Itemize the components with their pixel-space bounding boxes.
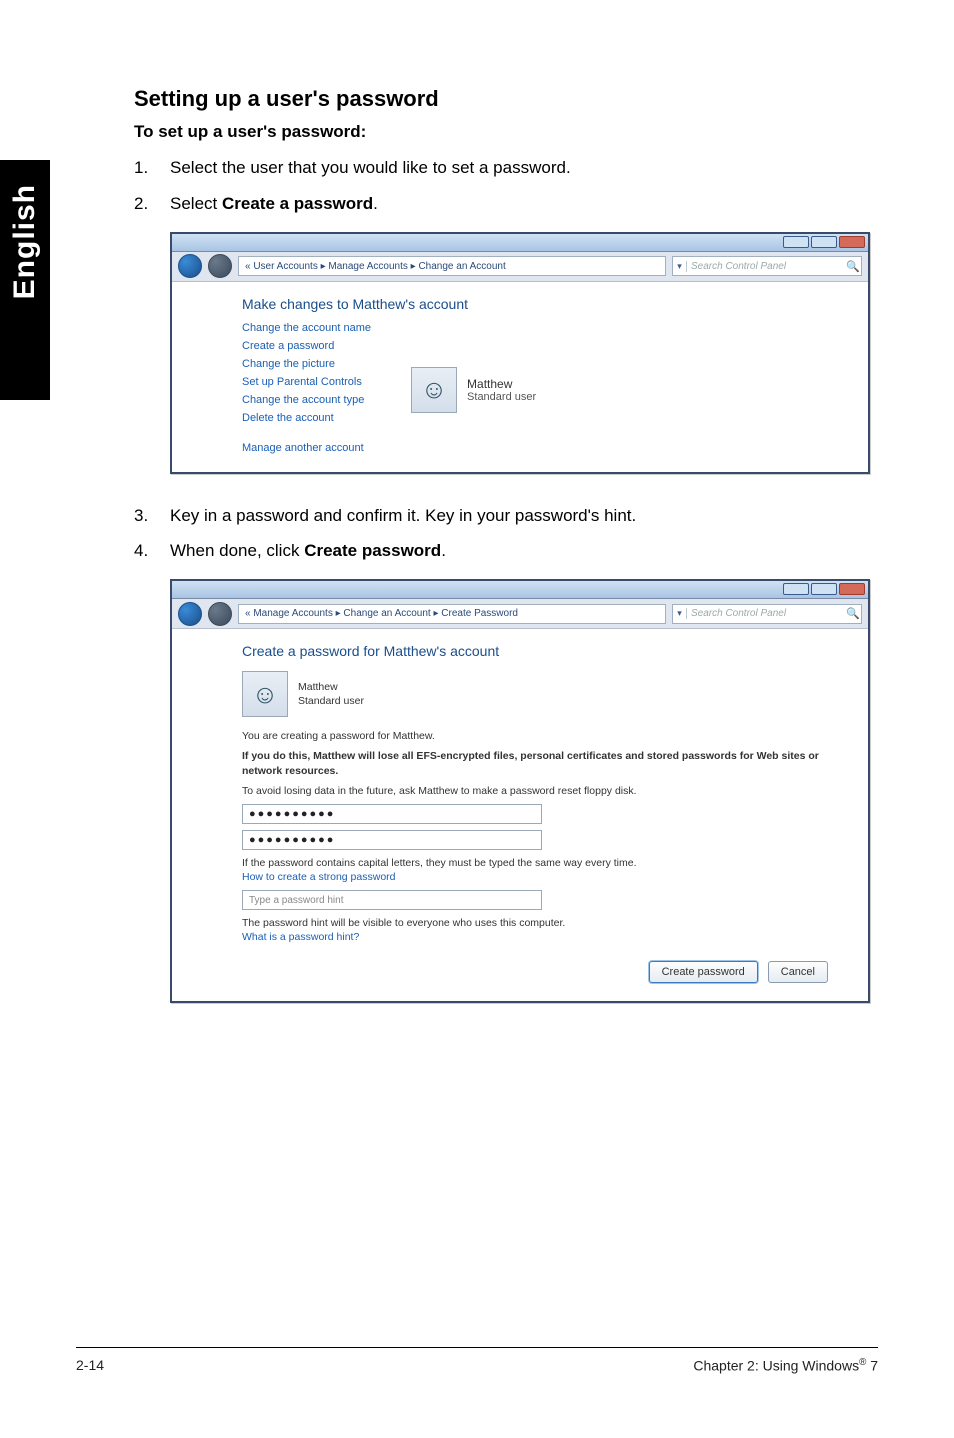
step-3: 3. Key in a password and confirm it. Key… [134,504,894,528]
chapter-label: Chapter 2: Using Windows® 7 [693,1357,878,1374]
user-name: Matthew [298,680,364,694]
link-change-account-type[interactable]: Change the account type [242,394,371,406]
breadcrumb[interactable]: « Manage Accounts ▸ Change an Account ▸ … [238,604,666,624]
info-line: You are creating a password for Matthew. [242,729,848,743]
search-placeholder: Search Control Panel [687,608,845,619]
forward-button[interactable] [208,602,232,626]
info-line: To avoid losing data in the future, ask … [242,784,848,798]
user-card: ☺ Matthew Standard user [242,671,848,717]
minimize-button[interactable] [783,583,809,595]
search-placeholder: Search Control Panel [687,261,845,272]
user-name: Matthew [467,377,536,391]
language-tab: English [0,160,50,400]
close-button[interactable] [839,236,865,248]
panel-body: Create a password for Matthew's account … [172,629,868,1000]
window-controls [783,236,865,248]
step-4: 4. When done, click Create password. [134,539,894,563]
forward-button[interactable] [208,254,232,278]
step-text: Select the user that you would like to s… [170,156,571,180]
search-input[interactable]: ▾ Search Control Panel 🔍 [672,604,862,624]
link-strong-password[interactable]: How to create a strong password [242,870,848,884]
panel-heading: Make changes to Matthew's account [242,296,848,312]
step-2: 2. Select Create a password. [134,192,894,216]
info-line: If the password contains capital letters… [242,856,848,870]
address-bar: « Manage Accounts ▸ Change an Account ▸ … [172,599,868,629]
close-button[interactable] [839,583,865,595]
step-number: 3. [134,504,170,528]
refresh-icon[interactable]: ▾ [673,608,687,619]
avatar: ☺ [411,367,457,413]
refresh-icon[interactable]: ▾ [673,261,687,272]
link-what-is-hint[interactable]: What is a password hint? [242,930,848,944]
user-card: ☺ Matthew Standard user [411,326,536,454]
maximize-button[interactable] [811,236,837,248]
section-subheading: To set up a user's password: [134,122,894,142]
user-type: Standard user [467,391,536,403]
new-password-field[interactable]: ●●●●●●●●●● [242,804,542,824]
link-manage-another-account[interactable]: Manage another account [242,442,371,454]
search-icon[interactable]: 🔍 [845,607,861,620]
step-text: Key in a password and confirm it. Key in… [170,504,636,528]
cancel-button[interactable]: Cancel [768,961,828,983]
step-number: 1. [134,156,170,180]
link-create-password[interactable]: Create a password [242,340,371,352]
screenshot-create-password: « Manage Accounts ▸ Change an Account ▸ … [170,579,870,1002]
user-meta: Matthew Standard user [467,377,536,403]
window-titlebar [172,234,868,252]
user-type: Standard user [298,694,364,708]
step-number: 2. [134,192,170,216]
avatar: ☺ [242,671,288,717]
create-password-button[interactable]: Create password [649,961,758,983]
search-icon[interactable]: 🔍 [845,260,861,273]
button-row: Create password Cancel [242,961,848,983]
page-footer: 2-14 Chapter 2: Using Windows® 7 [0,1357,954,1374]
account-task-list: Change the account name Create a passwor… [242,322,371,454]
language-tab-label: English [8,184,42,299]
step-1: 1. Select the user that you would like t… [134,156,894,180]
window-titlebar [172,581,868,599]
panel-heading: Create a password for Matthew's account [242,643,848,659]
minimize-button[interactable] [783,236,809,248]
link-change-account-name[interactable]: Change the account name [242,322,371,334]
search-input[interactable]: ▾ Search Control Panel 🔍 [672,256,862,276]
user-meta: Matthew Standard user [298,680,364,708]
link-delete-account[interactable]: Delete the account [242,412,371,424]
breadcrumb[interactable]: « User Accounts ▸ Manage Accounts ▸ Chan… [238,256,666,276]
page-number: 2-14 [76,1357,104,1374]
screenshot-change-account: « User Accounts ▸ Manage Accounts ▸ Chan… [170,232,870,474]
info-line: The password hint will be visible to eve… [242,916,848,930]
address-bar: « User Accounts ▸ Manage Accounts ▸ Chan… [172,252,868,282]
panel-body: Make changes to Matthew's account Change… [172,282,868,472]
footer-rule [76,1347,878,1348]
link-parental-controls[interactable]: Set up Parental Controls [242,376,371,388]
link-change-picture[interactable]: Change the picture [242,358,371,370]
back-button[interactable] [178,602,202,626]
step-text: When done, click Create password. [170,539,446,563]
window-controls [783,583,865,595]
step-text: Select Create a password. [170,192,378,216]
password-hint-field[interactable]: Type a password hint [242,890,542,910]
warning-line: If you do this, Matthew will lose all EF… [242,749,848,777]
back-button[interactable] [178,254,202,278]
section-heading: Setting up a user's password [134,86,894,112]
page-content: Setting up a user's password To set up a… [134,86,894,1033]
step-number: 4. [134,539,170,563]
confirm-password-field[interactable]: ●●●●●●●●●● [242,830,542,850]
maximize-button[interactable] [811,583,837,595]
